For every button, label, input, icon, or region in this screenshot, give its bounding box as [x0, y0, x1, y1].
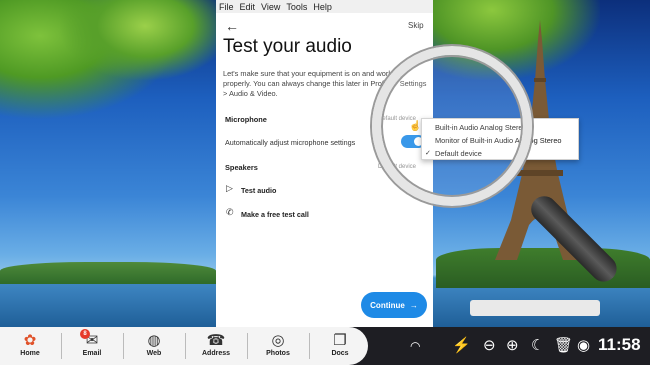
boat: [470, 300, 600, 316]
menu-bar: File Edit View Tools Help: [216, 0, 433, 13]
dock-photos[interactable]: ◎ Photos: [253, 331, 303, 363]
page-title: Test your audio: [223, 36, 352, 57]
dock-divider: [61, 333, 62, 359]
dock-address[interactable]: ☎ Address: [191, 331, 241, 363]
riverbank-trees: [0, 262, 216, 284]
address-book-icon: ☎: [206, 332, 226, 349]
magnifier-lens: [372, 46, 532, 206]
dock-divider: [309, 333, 310, 359]
tree-foliage: [60, 0, 230, 80]
dock-divider: [123, 333, 124, 359]
menu-view[interactable]: View: [261, 2, 280, 12]
speakers-label: Speakers: [225, 163, 258, 172]
dock-home[interactable]: ✿ Home: [5, 331, 55, 363]
arrow-right-icon: →: [409, 300, 418, 310]
phone-icon: ✆: [226, 207, 234, 217]
test-audio-button[interactable]: Test audio: [241, 186, 276, 195]
menu-file[interactable]: File: [219, 2, 234, 12]
help-icon[interactable]: ◉: [577, 336, 590, 356]
dock-web[interactable]: ◍ Web: [129, 331, 179, 363]
globe-icon: ◍: [147, 332, 161, 349]
camera-icon: ◎: [271, 332, 285, 349]
menu-tools[interactable]: Tools: [286, 2, 307, 12]
menu-edit[interactable]: Edit: [240, 2, 256, 12]
continue-label: Continue: [370, 300, 405, 310]
skip-button[interactable]: Skip: [408, 21, 424, 30]
dock-docs[interactable]: ❐ Docs: [315, 331, 365, 363]
app-dock: [0, 327, 368, 365]
trash-icon[interactable]: 🗑: [554, 336, 573, 356]
night-mode-icon[interactable]: ☾: [531, 336, 544, 356]
zoom-in-icon[interactable]: ⊕: [506, 336, 519, 356]
clock: 11:58: [598, 335, 641, 354]
dock-divider: [247, 333, 248, 359]
test-call-button[interactable]: Make a free test call: [241, 210, 309, 219]
continue-button[interactable]: Continue →: [361, 292, 427, 318]
auto-adjust-label: Automatically adjust microphone settings: [225, 138, 356, 147]
envelope-icon: ✉: [85, 332, 99, 349]
zoom-out-icon[interactable]: ⊖: [483, 336, 496, 356]
microphone-label: Microphone: [225, 115, 267, 124]
play-icon: ▷: [226, 183, 233, 193]
arrow-left-icon[interactable]: ←: [225, 18, 239, 34]
battery-charging-icon[interactable]: ⚡: [452, 336, 471, 356]
menu-help[interactable]: Help: [313, 2, 332, 12]
email-badge: 8: [80, 329, 90, 339]
dock-email[interactable]: ✉ Email: [67, 331, 117, 363]
home-icon: ✿: [23, 332, 37, 349]
documents-icon: ❐: [333, 332, 347, 349]
dock-divider: [185, 333, 186, 359]
wifi-icon[interactable]: ◠: [410, 336, 420, 356]
